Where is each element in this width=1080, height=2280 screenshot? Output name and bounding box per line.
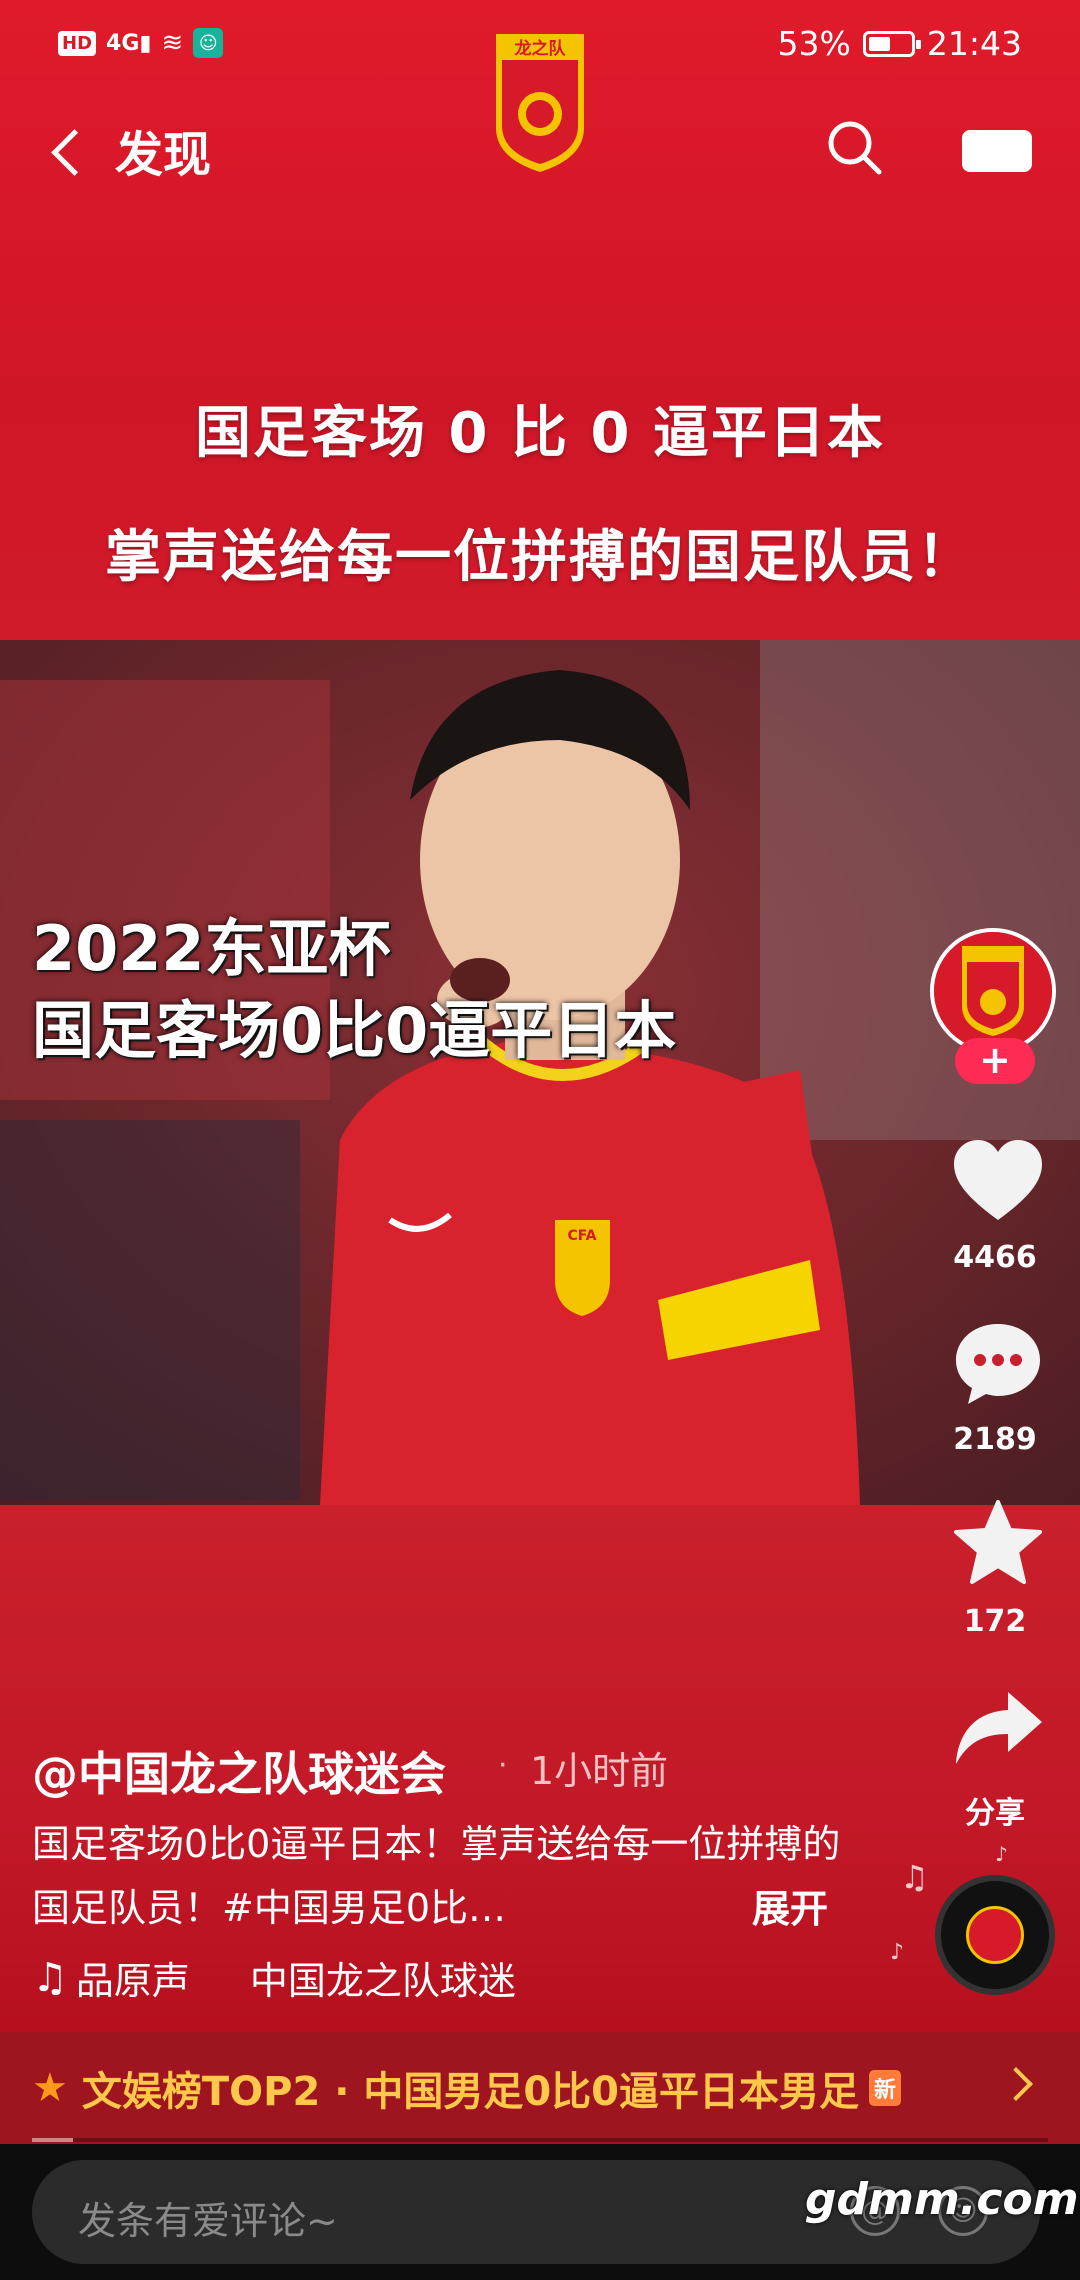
search-icon[interactable] — [825, 118, 883, 176]
chevron-right-icon — [999, 2067, 1033, 2101]
share-label: 分享 — [965, 1796, 1025, 1831]
separator-dot: · — [498, 1748, 508, 1783]
music-note-icon: ♫ — [32, 1954, 68, 2001]
video-frame: CFA — [0, 640, 1080, 1505]
video-player[interactable]: CFA 2022东亚杯 国足客场0比0逼平日本 — [0, 640, 1080, 1505]
comment-bar: 发条有爱评论~ @ ☺ gdmm.com — [0, 2144, 1080, 2280]
follow-button[interactable]: + — [955, 1038, 1035, 1084]
watermark: gdmm.com — [805, 2174, 1079, 2225]
logo-text: 龙之队 — [514, 38, 567, 59]
music-note-icon: ♪ — [890, 1940, 905, 1965]
video-progress[interactable] — [32, 2138, 1048, 2142]
app-notification-icon: ☺ — [193, 28, 224, 58]
new-badge: 新 — [869, 2070, 902, 2106]
like-count: 4466 — [953, 1240, 1037, 1275]
hd-icon: HD — [58, 30, 97, 56]
video-icon[interactable] — [962, 130, 1032, 172]
music-info[interactable]: ♫ 品原声 中国龙之队球迷 — [32, 1950, 516, 2005]
headline-line1: 国足客场 0 比 0 逼平日本 — [195, 401, 885, 466]
music-note-icon: ♪ — [995, 1842, 1008, 1866]
comment-count: 2189 — [953, 1422, 1037, 1457]
music-disc[interactable] — [935, 1875, 1055, 1995]
video-caption-line2: 国足客场0比0逼平日本 — [32, 994, 677, 1067]
music-owner: 中国龙之队球迷 — [249, 1959, 516, 2003]
signal-icon: 4G▮ — [106, 30, 152, 56]
comment-icon[interactable] — [950, 1320, 1046, 1406]
expand-button[interactable]: 展开 — [752, 1878, 828, 1933]
avatar-logo-icon — [934, 932, 1052, 1050]
headline-line2: 掌声送给每一位拼搏的国足队员！ — [105, 525, 975, 590]
back-label: 发现 — [115, 127, 212, 183]
author-name[interactable]: @中国龙之队球迷会 — [32, 1738, 446, 1804]
back-button[interactable]: 发现 — [51, 115, 212, 185]
video-caption-line1: 2022东亚杯 — [32, 912, 391, 985]
comment-placeholder: 发条有爱评论~ — [78, 2199, 338, 2243]
trending-text: 文娱榜TOP2 · 中国男足0比0逼平日本男足 — [81, 2069, 860, 2115]
music-label: 品原声 — [75, 1959, 190, 2003]
battery-fill — [868, 36, 890, 51]
video-progress-fill — [32, 2138, 73, 2142]
battery-percent: 53% — [777, 24, 851, 63]
music-note-icon: ♫ — [900, 1858, 929, 1896]
favorite-count: 172 — [963, 1604, 1027, 1639]
trending-star-icon: ★ — [32, 2065, 68, 2111]
favorite-star-icon[interactable] — [950, 1500, 1046, 1586]
jersey-crest-text: CFA — [567, 1228, 596, 1244]
wifi-icon: ≋ — [161, 28, 184, 58]
post-time: 1小时前 — [530, 1749, 669, 1793]
network-type: 4G — [106, 30, 140, 56]
trending-banner[interactable]: ★ 文娱榜TOP2 · 中国男足0比0逼平日本男足 新 — [0, 2032, 1080, 2144]
like-icon[interactable] — [950, 1138, 1046, 1224]
clock: 21:43 — [926, 24, 1022, 63]
post-description: 国足客场0比0逼平日本！掌声送给每一位拼搏的国足队员！#中国男足0比… — [32, 1822, 841, 1930]
author-avatar[interactable] — [930, 928, 1056, 1054]
team-logo: 龙之队 — [496, 34, 584, 172]
disc-logo-icon — [966, 1906, 1024, 1964]
battery-icon — [862, 30, 921, 57]
back-chevron-icon — [51, 128, 98, 176]
share-icon[interactable] — [950, 1686, 1046, 1772]
